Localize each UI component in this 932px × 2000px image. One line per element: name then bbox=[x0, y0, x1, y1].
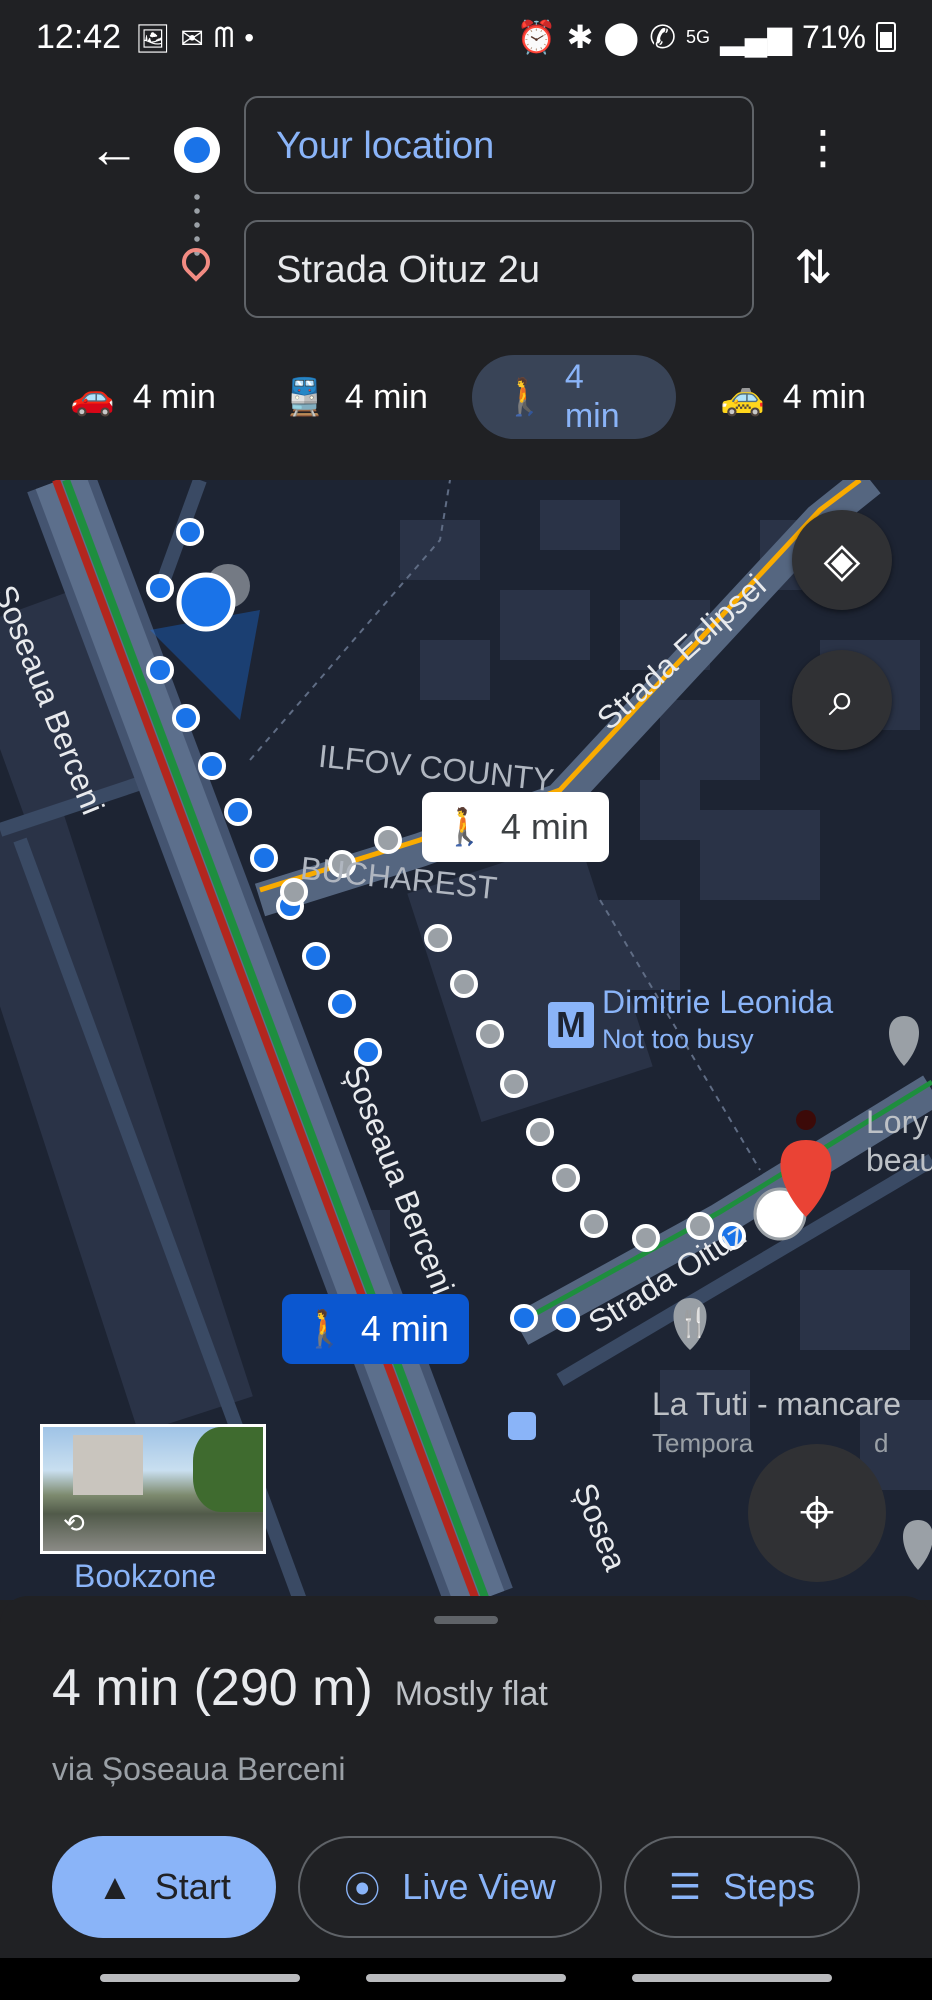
start-label: Start bbox=[154, 1866, 231, 1907]
mode-walk[interactable]: 🚶 4 min bbox=[472, 355, 676, 439]
route-terrain: Mostly flat bbox=[394, 1675, 548, 1713]
battery-label: 71% bbox=[801, 18, 866, 55]
nav-home[interactable] bbox=[366, 1974, 566, 1982]
live-view-icon: ⦿ bbox=[344, 1869, 381, 1910]
notification-icons: 🖼 ✉ ᗰ • bbox=[135, 22, 254, 55]
walk-icon: 🚶 bbox=[302, 1308, 347, 1349]
route-time-bubble-alt[interactable]: 🚶 4 min bbox=[422, 792, 609, 862]
gmail-icon: ✉ bbox=[180, 23, 205, 54]
walk-icon: 🚶 bbox=[502, 376, 547, 417]
ride-icon: 🚕 bbox=[720, 376, 765, 417]
layers-icon: ◈ bbox=[823, 534, 861, 587]
search-icon: ⌕ bbox=[828, 673, 856, 726]
my-location-icon: ⌖ bbox=[799, 1478, 835, 1547]
live-view-label: Live View bbox=[402, 1866, 556, 1907]
search-button[interactable]: ⌕ bbox=[792, 650, 892, 750]
mcdonalds-icon: ᗰ bbox=[214, 22, 235, 53]
train-icon: 🚆 bbox=[282, 376, 327, 417]
mode-ride[interactable]: 🚕 4 min bbox=[690, 355, 896, 439]
back-arrow-icon[interactable]: ← bbox=[88, 120, 140, 180]
restaurant-status: Tempora bbox=[652, 1428, 754, 1458]
route-time-bubble-main[interactable]: 🚶 4 min bbox=[282, 1294, 469, 1364]
metro-station-status: Not too busy bbox=[602, 1024, 754, 1054]
mode-drive-time: 4 min bbox=[132, 377, 216, 416]
poi-lory-line2: beau bbox=[866, 1142, 932, 1178]
mode-transit-time: 4 min bbox=[344, 377, 428, 416]
swap-icon[interactable]: ⇅ bbox=[794, 240, 833, 294]
mode-drive[interactable]: 🚗 4 min bbox=[40, 355, 246, 439]
network-label: 5G bbox=[686, 26, 711, 47]
street-view-label[interactable]: Bookzone bbox=[74, 1558, 216, 1595]
destination-pin-icon bbox=[176, 242, 216, 282]
walk-icon: 🚶 bbox=[442, 806, 487, 847]
route-time-main-text: 4 min bbox=[360, 1308, 449, 1349]
destination-input[interactable]: Strada Oituz 2u bbox=[244, 220, 754, 318]
route-summary-sheet: 4 min (290 m) Mostly flat via Șoseaua Be… bbox=[0, 1596, 932, 2000]
list-icon: ☰ bbox=[668, 1866, 702, 1907]
nav-back[interactable] bbox=[632, 1974, 832, 1982]
status-bar: 12:42 🖼 ✉ ᗰ • ⏰ ✱ ⬤ ✆ 5G ▂▄▆ 71% bbox=[0, 0, 932, 80]
map-view[interactable]: Șoseaua Berceni Șoseaua Berceni Șosea St… bbox=[0, 480, 932, 1600]
recenter-button[interactable]: ⌖ bbox=[748, 1444, 886, 1582]
travel-modes: 🚗 4 min 🚆 4 min 🚶 4 min 🚕 4 min bbox=[0, 355, 932, 439]
more-options-icon[interactable]: ⋮ bbox=[800, 120, 846, 174]
directions-panel: ← Your location Strada Oituz 2u ⋮ ⇅ 🚗 4 … bbox=[0, 80, 932, 480]
restaurant-status-end: d bbox=[874, 1428, 889, 1458]
status-time: 12:42 bbox=[36, 18, 122, 56]
nav-recents[interactable] bbox=[100, 1974, 300, 1982]
metro-icon[interactable]: M bbox=[548, 1002, 594, 1048]
mode-transit[interactable]: 🚆 4 min bbox=[252, 355, 458, 439]
steps-label: Steps bbox=[723, 1866, 816, 1907]
restaurant-icon: 🍴 bbox=[676, 1307, 711, 1338]
mode-ride-time: 4 min bbox=[782, 377, 866, 416]
route-time-alt-text: 4 min bbox=[500, 806, 589, 847]
bluetooth-icon: ✱ bbox=[566, 19, 594, 55]
alarm-icon: ⏰ bbox=[516, 19, 557, 55]
steps-button[interactable]: ☰ Steps bbox=[624, 1836, 860, 1938]
sheet-drag-handle[interactable] bbox=[434, 1616, 498, 1624]
rotate-360-icon: ⟲ bbox=[63, 1508, 85, 1538]
car-icon: 🚗 bbox=[70, 376, 115, 417]
dot-icon: • bbox=[244, 22, 255, 53]
route-via: via Șoseaua Berceni bbox=[52, 1751, 346, 1787]
poi-lory-line1[interactable]: Lory bbox=[866, 1104, 928, 1141]
street-view-thumbnail[interactable]: ⟲ bbox=[40, 1424, 266, 1554]
battery-icon bbox=[876, 22, 896, 52]
system-nav-bar bbox=[0, 1958, 932, 2000]
bus-stop-icon bbox=[508, 1412, 536, 1440]
location-icon: ⬤ bbox=[603, 19, 640, 55]
mode-walk-time: 4 min bbox=[564, 358, 620, 435]
route-duration: 4 min (290 m) bbox=[52, 1659, 373, 1717]
gallery-icon: 🖼 bbox=[135, 23, 171, 54]
system-icons: ⏰ ✱ ⬤ ✆ 5G ▂▄▆ 71% bbox=[517, 18, 896, 56]
call-icon: ✆ bbox=[649, 19, 677, 55]
navigation-arrow-icon: ▲ bbox=[97, 1866, 133, 1907]
signal-icon: ▂▄▆ bbox=[720, 19, 792, 55]
restaurant-name[interactable]: La Tuti - mancare bbox=[652, 1386, 901, 1423]
origin-dot-icon bbox=[174, 127, 220, 173]
start-button[interactable]: ▲ Start bbox=[52, 1836, 276, 1938]
metro-station-name[interactable]: Dimitrie Leonida bbox=[602, 984, 833, 1021]
layers-button[interactable]: ◈ bbox=[792, 510, 892, 610]
route-summary: 4 min (290 m) Mostly flat bbox=[52, 1658, 548, 1718]
live-view-button[interactable]: ⦿ Live View bbox=[298, 1836, 602, 1938]
origin-input[interactable]: Your location bbox=[244, 96, 754, 194]
